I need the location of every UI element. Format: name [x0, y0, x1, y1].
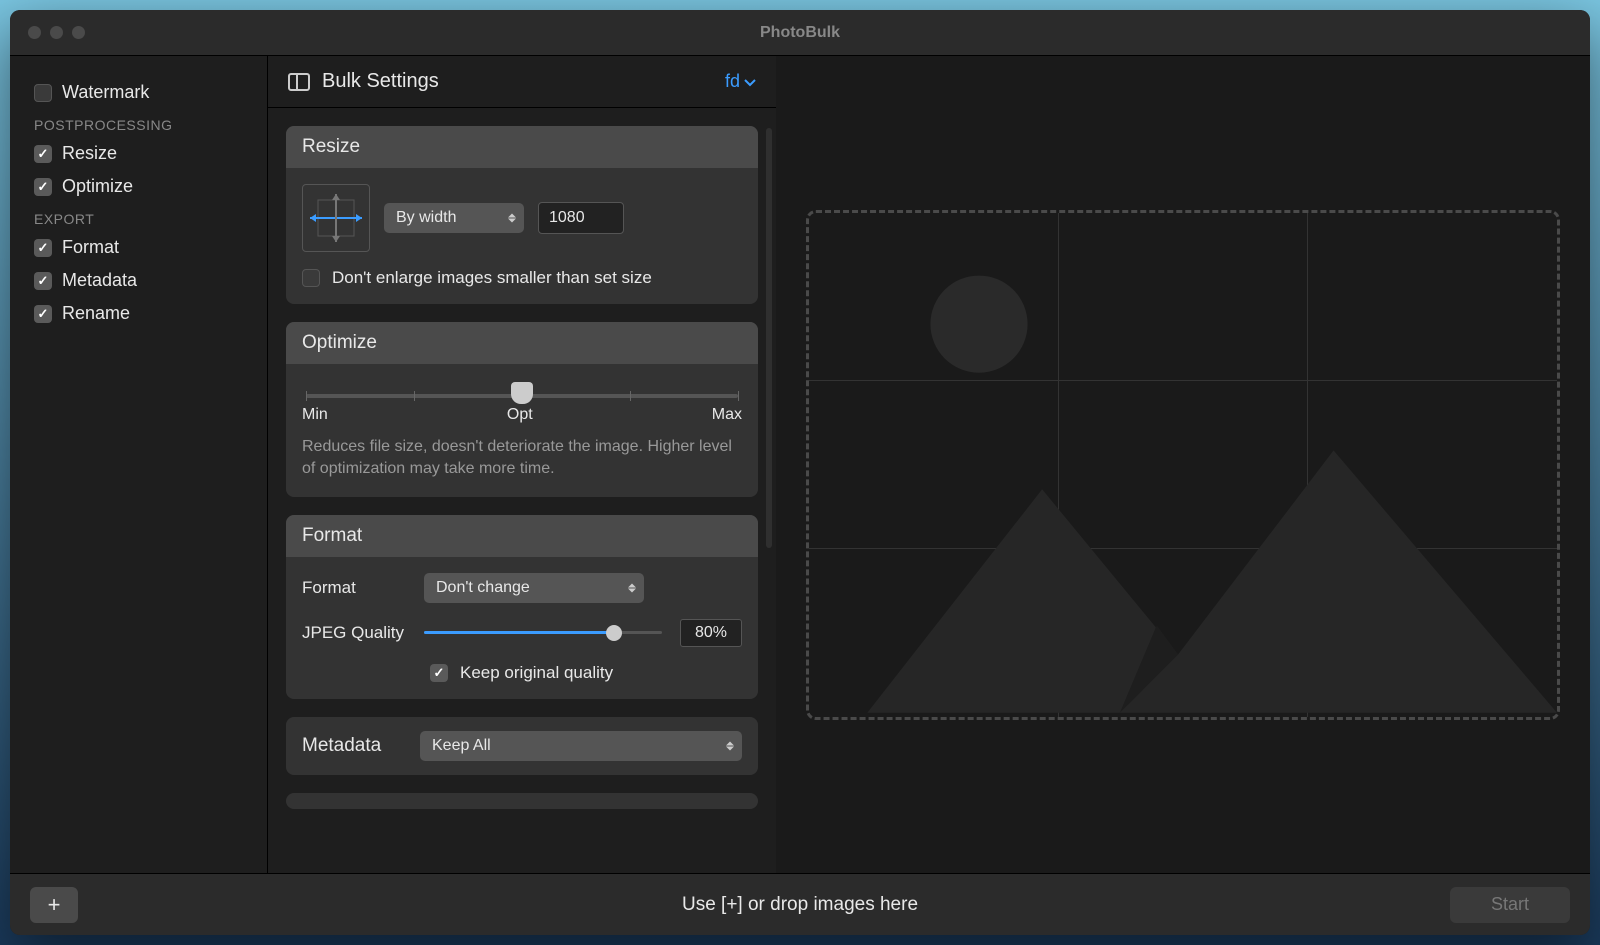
window-title: PhotoBulk	[760, 24, 840, 42]
scrollbar[interactable]	[766, 128, 772, 548]
preview-panel	[776, 56, 1590, 873]
sidebar-item-label: Format	[62, 237, 119, 258]
sidebar-item-metadata[interactable]: Metadata	[10, 264, 267, 297]
app-window: PhotoBulk Watermark POSTPROCESSING Resiz…	[10, 10, 1590, 935]
metadata-value: Keep All	[432, 737, 491, 754]
sidebar-item-label: Metadata	[62, 270, 137, 291]
sidebar-item-label: Rename	[62, 303, 130, 324]
plus-icon: +	[48, 892, 61, 918]
jpeg-quality-value: 80%	[680, 619, 742, 647]
optimize-checkbox[interactable]	[34, 178, 52, 196]
titlebar: PhotoBulk	[10, 10, 1590, 56]
sidebar-section-postprocessing: POSTPROCESSING	[10, 109, 267, 137]
metadata-card-label: Metadata	[302, 735, 402, 757]
minimize-window-button[interactable]	[50, 26, 63, 39]
metadata-card: Metadata Keep All	[286, 717, 758, 775]
select-arrows-icon	[726, 741, 734, 750]
optimize-slider-labels: Min Opt Max	[302, 406, 742, 424]
sidebar-item-label: Resize	[62, 143, 117, 164]
start-button[interactable]: Start	[1450, 887, 1570, 923]
sidebar-item-resize[interactable]: Resize	[10, 137, 267, 170]
select-arrows-icon	[628, 583, 636, 592]
chevron-down-icon	[744, 71, 756, 92]
watermark-checkbox[interactable]	[34, 84, 52, 102]
rename-card-peek	[286, 793, 758, 809]
sidebar-section-export: EXPORT	[10, 203, 267, 231]
bottom-bar: + Use [+] or drop images here Start	[10, 873, 1590, 935]
optimize-slider[interactable]	[306, 394, 738, 398]
add-images-button[interactable]: +	[30, 887, 78, 923]
optimize-help-text: Reduces file size, doesn't deteriorate t…	[302, 436, 742, 481]
format-card: Format Format Don't change JPEG Quality	[286, 515, 758, 699]
sidebar-item-label: Watermark	[62, 82, 149, 103]
metadata-checkbox[interactable]	[34, 272, 52, 290]
zoom-window-button[interactable]	[72, 26, 85, 39]
settings-panel: Bulk Settings fd Resize	[268, 56, 776, 873]
sidebar: Watermark POSTPROCESSING Resize Optimize…	[10, 56, 268, 873]
optimize-slider-thumb[interactable]	[511, 382, 533, 404]
format-select[interactable]: Don't change	[424, 573, 644, 603]
sidebar-item-rename[interactable]: Rename	[10, 297, 267, 330]
optimize-opt-label: Opt	[507, 406, 533, 424]
format-value: Don't change	[436, 579, 530, 596]
dont-enlarge-label: Don't enlarge images smaller than set si…	[332, 268, 652, 288]
traffic-lights	[10, 26, 85, 39]
resize-dimension-icon	[302, 184, 370, 252]
format-label: Format	[302, 578, 406, 598]
jpeg-quality-thumb[interactable]	[606, 625, 622, 641]
sidebar-item-label: Optimize	[62, 176, 133, 197]
optimize-min-label: Min	[302, 406, 328, 424]
jpeg-quality-label: JPEG Quality	[302, 623, 406, 643]
optimize-max-label: Max	[712, 406, 742, 424]
keep-original-checkbox[interactable]	[430, 664, 448, 682]
image-dropzone[interactable]	[806, 210, 1560, 720]
settings-title: Bulk Settings	[322, 70, 439, 93]
format-checkbox[interactable]	[34, 239, 52, 257]
resize-card-header: Resize	[286, 126, 758, 168]
keep-original-row[interactable]: Keep original quality	[430, 663, 742, 683]
dont-enlarge-row[interactable]: Don't enlarge images smaller than set si…	[302, 268, 742, 288]
close-window-button[interactable]	[28, 26, 41, 39]
preset-label: fd	[725, 71, 740, 92]
select-arrows-icon	[508, 214, 516, 223]
optimize-card: Optimize Min Opt M	[286, 322, 758, 497]
settings-header: Bulk Settings fd	[268, 56, 776, 108]
dont-enlarge-checkbox[interactable]	[302, 269, 320, 287]
resize-checkbox[interactable]	[34, 145, 52, 163]
sidebar-item-watermark[interactable]: Watermark	[10, 76, 267, 109]
resize-mode-value: By width	[396, 209, 456, 226]
resize-mode-select[interactable]: By width	[384, 203, 524, 233]
dropzone-hint: Use [+] or drop images here	[682, 894, 918, 916]
rename-checkbox[interactable]	[34, 305, 52, 323]
start-button-label: Start	[1491, 894, 1529, 915]
optimize-card-header: Optimize	[286, 322, 758, 364]
resize-card: Resize	[286, 126, 758, 304]
settings-body: Resize	[268, 108, 776, 873]
keep-original-label: Keep original quality	[460, 663, 613, 683]
main-content: Watermark POSTPROCESSING Resize Optimize…	[10, 56, 1590, 873]
resize-width-input[interactable]	[538, 202, 624, 234]
jpeg-quality-slider[interactable]	[424, 631, 662, 634]
sidebar-item-format[interactable]: Format	[10, 231, 267, 264]
sidebar-item-optimize[interactable]: Optimize	[10, 170, 267, 203]
metadata-select[interactable]: Keep All	[420, 731, 742, 761]
panel-toggle-icon[interactable]	[288, 73, 310, 91]
format-card-header: Format	[286, 515, 758, 557]
placeholder-image-icon	[809, 213, 1557, 717]
preset-dropdown[interactable]: fd	[725, 71, 756, 92]
